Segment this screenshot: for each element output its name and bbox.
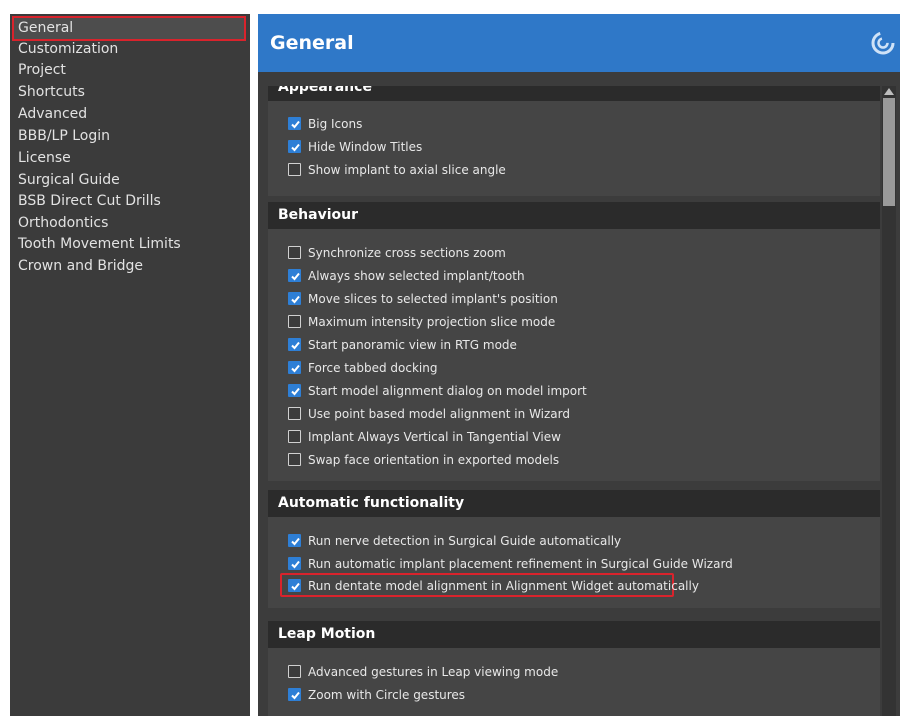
option-label: Force tabbed docking [308, 361, 438, 375]
section-appearance: Big Icons Hide Window Titles Show implan… [268, 101, 880, 196]
sidebar-item-shortcuts[interactable]: Shortcuts [18, 82, 85, 103]
scroll-up-arrow-icon[interactable] [884, 88, 894, 95]
section-header-behaviour: Behaviour [268, 202, 880, 229]
sidebar-item-general[interactable]: General [12, 16, 246, 41]
page-header: General [258, 14, 900, 72]
option-label: Maximum intensity projection slice mode [308, 315, 556, 329]
sidebar-item-bbb-lp-login[interactable]: BBB/LP Login [18, 126, 110, 147]
checkmark-icon [291, 341, 300, 350]
sidebar-item-customization[interactable]: Customization [18, 39, 118, 60]
sidebar-item-license[interactable]: License [18, 148, 71, 169]
option-label: Run automatic implant placement refineme… [308, 557, 733, 571]
section-header-leap-motion: Leap Motion [268, 621, 880, 648]
checkbox-checked[interactable] [288, 338, 301, 351]
option-label: Swap face orientation in exported models [308, 453, 560, 467]
option-label: Start model alignment dialog on model im… [308, 384, 587, 398]
settings-sidebar: General Customization Project Shortcuts … [10, 14, 250, 716]
checkbox-checked[interactable] [288, 117, 301, 130]
checkbox-unchecked[interactable] [288, 453, 301, 466]
option-label: Big Icons [308, 117, 363, 131]
checkmark-icon [291, 537, 300, 546]
checkmark-icon [291, 364, 300, 373]
page-title: General [270, 32, 354, 54]
option-label: Advanced gestures in Leap viewing mode [308, 665, 559, 679]
checkbox-checked[interactable] [288, 557, 301, 570]
option-label: Show implant to axial slice angle [308, 163, 506, 177]
sidebar-item-advanced[interactable]: Advanced [18, 104, 87, 125]
sidebar-item-project[interactable]: Project [18, 60, 66, 81]
option-label: Implant Always Vertical in Tangential Vi… [308, 430, 561, 444]
option-label: Run dentate model alignment in Alignment… [308, 579, 699, 593]
checkbox-checked[interactable] [288, 384, 301, 397]
checkmark-icon [291, 387, 300, 396]
option-label: Hide Window Titles [308, 140, 423, 154]
option-label: Synchronize cross sections zoom [308, 246, 506, 260]
checkbox-checked[interactable] [288, 361, 301, 374]
swirl-logo-icon [871, 31, 895, 55]
checkmark-icon [291, 560, 300, 569]
sidebar-item-orthodontics[interactable]: Orthodontics [18, 213, 108, 234]
sidebar-item-surgical-guide[interactable]: Surgical Guide [18, 170, 120, 191]
checkmark-icon [291, 143, 300, 152]
option-label: Use point based model alignment in Wizar… [308, 407, 570, 421]
option-label: Run nerve detection in Surgical Guide au… [308, 534, 622, 548]
sidebar-item-crown-and-bridge[interactable]: Crown and Bridge [18, 256, 143, 277]
option-label: Move slices to selected implant's positi… [308, 292, 558, 306]
section-behaviour: Synchronize cross sections zoom Always s… [268, 229, 880, 481]
settings-panel: General Appearance Big Icons Hide Window… [258, 14, 900, 716]
checkbox-checked[interactable] [288, 688, 301, 701]
section-header-appearance: Appearance [268, 86, 880, 101]
checkbox-unchecked[interactable] [288, 430, 301, 443]
option-label: Always show selected implant/tooth [308, 269, 525, 283]
vertical-scrollbar[interactable] [882, 86, 896, 716]
checkbox-checked[interactable] [288, 579, 301, 592]
checkbox-unchecked[interactable] [288, 163, 301, 176]
section-automatic-functionality: Run nerve detection in Surgical Guide au… [268, 517, 880, 608]
checkbox-checked[interactable] [288, 534, 301, 547]
checkmark-icon [291, 120, 300, 129]
sidebar-item-tooth-movement-limits[interactable]: Tooth Movement Limits [18, 234, 181, 255]
sidebar-item-bsb-direct-cut-drills[interactable]: BSB Direct Cut Drills [18, 191, 161, 212]
checkbox-unchecked[interactable] [288, 246, 301, 259]
checkbox-unchecked[interactable] [288, 407, 301, 420]
scrollbar-thumb[interactable] [883, 98, 895, 206]
checkmark-icon [291, 295, 300, 304]
section-leap-motion: Advanced gestures in Leap viewing mode Z… [268, 648, 880, 716]
checkmark-icon [291, 691, 300, 700]
settings-content: Appearance Big Icons Hide Window Titles … [258, 86, 880, 716]
option-label: Start panoramic view in RTG mode [308, 338, 517, 352]
checkmark-icon [291, 582, 300, 591]
checkmark-icon [291, 272, 300, 281]
checkbox-unchecked[interactable] [288, 315, 301, 328]
checkbox-checked[interactable] [288, 292, 301, 305]
option-label: Zoom with Circle gestures [308, 688, 466, 702]
section-header-automatic-functionality: Automatic functionality [268, 490, 880, 517]
checkbox-checked[interactable] [288, 140, 301, 153]
checkbox-checked[interactable] [288, 269, 301, 282]
checkbox-unchecked[interactable] [288, 665, 301, 678]
